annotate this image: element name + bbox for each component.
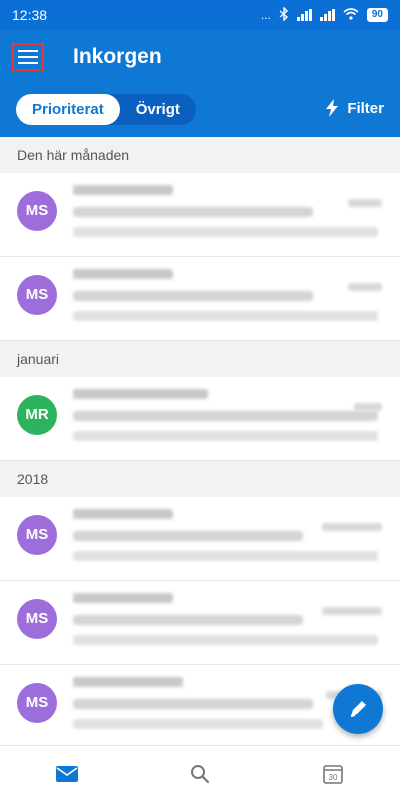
calendar-icon: 30 [323, 764, 344, 784]
section-header: 2018 [0, 461, 400, 497]
list-item[interactable]: MS [0, 173, 400, 257]
compose-button[interactable] [333, 684, 383, 734]
nav-search[interactable] [170, 754, 230, 794]
date-blurred [348, 283, 382, 291]
list-item[interactable]: MS [0, 257, 400, 341]
bluetooth-icon [279, 5, 289, 24]
preview-blurred [73, 635, 378, 645]
subject-blurred [73, 531, 303, 541]
page-title: Inkorgen [73, 45, 162, 68]
preview-blurred [73, 227, 378, 237]
avatar: MS [17, 683, 57, 723]
section-header: januari [0, 341, 400, 377]
section-header: Den här månaden [0, 137, 400, 173]
subject-blurred [73, 411, 378, 421]
tab-ovrigt[interactable]: Övrigt [120, 94, 196, 125]
avatar: MS [17, 515, 57, 555]
list-item[interactable]: MS [0, 497, 400, 581]
lightning-icon [326, 99, 339, 117]
sender-blurred [73, 509, 173, 519]
preview-blurred [73, 719, 323, 729]
signal-icon-2 [319, 9, 335, 21]
avatar: MR [17, 395, 57, 435]
more-notifications-icon: ... [260, 8, 271, 22]
mail-icon [55, 765, 78, 782]
preview-blurred [73, 551, 378, 561]
search-icon [190, 764, 210, 783]
subject-blurred [73, 615, 303, 625]
hamburger-icon [18, 50, 38, 52]
sender-blurred [73, 389, 208, 399]
filter-button[interactable]: Filter [325, 99, 384, 117]
battery-icon: 90 [366, 8, 388, 22]
date-blurred [322, 523, 382, 531]
list-item[interactable]: MR [0, 377, 400, 461]
subject-blurred [73, 291, 313, 301]
subject-blurred [73, 699, 313, 709]
nav-calendar[interactable]: 30 [303, 754, 363, 794]
hamburger-line [18, 62, 38, 64]
date-blurred [348, 199, 382, 207]
calendar-day: 30 [329, 773, 338, 782]
app-bar: Inkorgen Prioriterat Övrigt Filter [0, 30, 400, 137]
nav-mail[interactable] [37, 754, 97, 794]
compose-icon [350, 701, 366, 717]
list-item[interactable]: MS [0, 581, 400, 665]
avatar: MS [17, 275, 57, 315]
filter-label: Filter [347, 99, 384, 117]
date-blurred [354, 403, 382, 411]
sender-blurred [73, 593, 173, 603]
signal-icon [296, 9, 312, 21]
inbox-tabs: Prioriterat Övrigt [16, 94, 196, 125]
sender-blurred [73, 677, 183, 687]
preview-blurred [73, 431, 378, 441]
sender-blurred [73, 185, 173, 195]
subject-blurred [73, 207, 313, 217]
avatar: MS [17, 191, 57, 231]
tab-prioriterat[interactable]: Prioriterat [16, 94, 120, 125]
status-time: 12:38 [12, 7, 48, 23]
wifi-icon [343, 7, 359, 23]
menu-button[interactable] [12, 43, 44, 71]
sender-blurred [73, 269, 173, 279]
avatar: MS [17, 599, 57, 639]
status-bar: 12:38 ... 90 [0, 0, 400, 30]
preview-blurred [73, 311, 378, 321]
hamburger-line [18, 56, 38, 58]
bottom-nav: 30 [0, 745, 400, 801]
status-icons: ... 90 [260, 5, 388, 24]
date-blurred [322, 607, 382, 615]
